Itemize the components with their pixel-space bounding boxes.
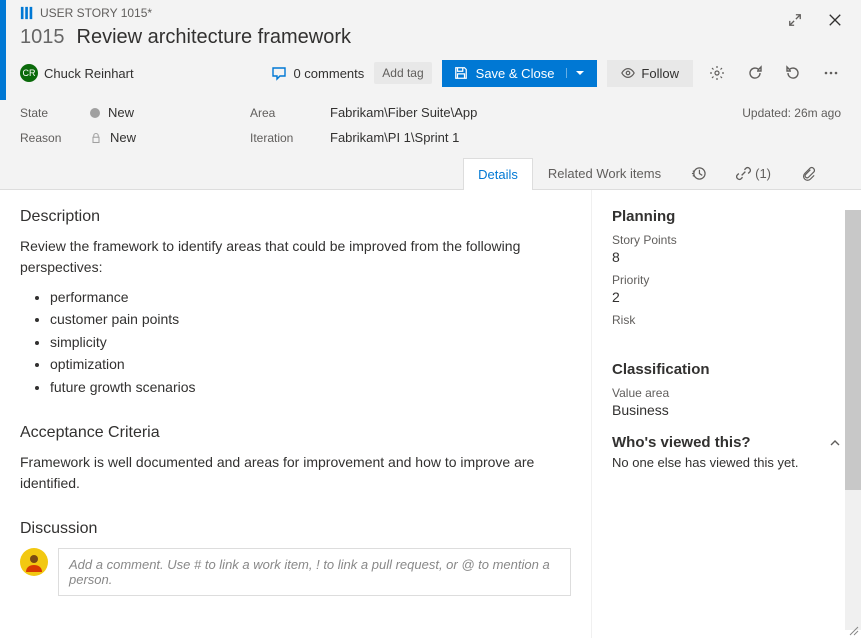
acceptance-text[interactable]: Framework is well documented and areas f…	[20, 452, 571, 494]
planning-heading: Planning	[612, 208, 841, 225]
priority-label: Priority	[612, 273, 841, 287]
story-points-field[interactable]: 8	[612, 249, 841, 265]
attachment-icon	[801, 166, 816, 181]
fullscreen-button[interactable]	[781, 6, 809, 34]
state-field[interactable]: New	[90, 105, 250, 120]
revert-button[interactable]	[779, 59, 807, 87]
list-item: performance	[50, 286, 571, 308]
iteration-field[interactable]: Fabrikam\PI 1\Sprint 1	[330, 130, 742, 145]
more-actions-button[interactable]	[817, 59, 845, 87]
description-heading: Description	[20, 208, 571, 226]
viewed-text: No one else has viewed this yet.	[612, 455, 841, 470]
eye-icon	[621, 66, 635, 80]
updated-label: Updated: 26m ago	[742, 106, 841, 120]
scrollbar[interactable]	[845, 210, 861, 630]
right-pane: Planning Story Points 8 Priority 2 Risk …	[591, 190, 861, 638]
lock-icon	[90, 132, 102, 144]
meta-fields: State New Area Fabrikam\Fiber Suite\App …	[0, 87, 861, 157]
left-pane: Description Review the framework to iden…	[0, 190, 591, 638]
list-item: optimization	[50, 353, 571, 375]
comment-input[interactable]: Add a comment. Use # to link a work item…	[58, 548, 571, 596]
link-icon	[736, 166, 751, 181]
viewed-heading-text: Who's viewed this?	[612, 434, 751, 451]
area-label: Area	[250, 106, 330, 120]
work-item-title[interactable]: Review architecture framework	[77, 26, 352, 49]
state-value: New	[108, 105, 134, 120]
save-close-button[interactable]: Save & Close	[442, 60, 598, 87]
save-label: Save & Close	[476, 66, 555, 81]
content-area: Description Review the framework to iden…	[0, 190, 861, 638]
priority-field[interactable]: 2	[612, 289, 841, 305]
risk-label: Risk	[612, 313, 841, 327]
reason-field[interactable]: New	[90, 130, 250, 145]
classification-heading: Classification	[612, 361, 841, 378]
avatar: CR	[20, 64, 38, 82]
work-item-type-label: USER STORY 1015*	[40, 6, 152, 20]
links-count: (1)	[755, 166, 771, 181]
list-item: simplicity	[50, 331, 571, 353]
reason-label: Reason	[20, 131, 90, 145]
user-story-icon	[20, 6, 34, 20]
settings-button[interactable]	[703, 59, 731, 87]
description-text[interactable]: Review the framework to identify areas t…	[20, 236, 571, 278]
iteration-label: Iteration	[250, 131, 330, 145]
discussion-heading: Discussion	[20, 520, 571, 538]
risk-field[interactable]	[612, 329, 841, 345]
tab-bar: Details Related Work items (1)	[0, 157, 861, 190]
description-bullets[interactable]: performance customer pain points simplic…	[50, 286, 571, 398]
comments-link[interactable]: 0 comments	[271, 65, 364, 81]
work-item-dialog: USER STORY 1015* 1015 Review architectur…	[0, 0, 861, 638]
tab-details[interactable]: Details	[463, 158, 533, 190]
list-item: future growth scenarios	[50, 376, 571, 398]
assignee-name: Chuck Reinhart	[44, 66, 134, 81]
reason-value: New	[110, 130, 136, 145]
state-label: State	[20, 106, 90, 120]
viewed-heading[interactable]: Who's viewed this?	[612, 434, 841, 451]
scrollbar-thumb[interactable]	[845, 210, 861, 490]
close-button[interactable]	[821, 6, 849, 34]
save-icon	[454, 66, 468, 80]
dialog-header: USER STORY 1015* 1015 Review architectur…	[0, 0, 861, 87]
tab-attachments[interactable]	[786, 157, 831, 189]
acceptance-heading: Acceptance Criteria	[20, 424, 571, 442]
tab-related[interactable]: Related Work items	[533, 157, 676, 189]
chevron-up-icon	[829, 437, 841, 449]
story-points-label: Story Points	[612, 233, 841, 247]
area-field[interactable]: Fabrikam\Fiber Suite\App	[330, 105, 742, 120]
save-dropdown[interactable]	[566, 68, 585, 78]
state-dot-icon	[90, 108, 100, 118]
value-area-field[interactable]: Business	[612, 402, 841, 418]
user-avatar	[20, 548, 48, 576]
refresh-button[interactable]	[741, 59, 769, 87]
add-tag-button[interactable]: Add tag	[374, 62, 431, 84]
comments-count: 0 comments	[293, 66, 364, 81]
tab-history[interactable]	[676, 157, 721, 189]
list-item: customer pain points	[50, 308, 571, 330]
follow-button[interactable]: Follow	[607, 60, 693, 87]
comment-icon	[271, 65, 287, 81]
resize-handle[interactable]	[847, 624, 859, 636]
work-item-id: 1015	[20, 26, 65, 49]
history-icon	[691, 166, 706, 181]
value-area-label: Value area	[612, 386, 841, 400]
tab-links[interactable]: (1)	[721, 157, 786, 189]
assignee-picker[interactable]: CR Chuck Reinhart	[20, 64, 134, 82]
follow-label: Follow	[641, 66, 679, 81]
